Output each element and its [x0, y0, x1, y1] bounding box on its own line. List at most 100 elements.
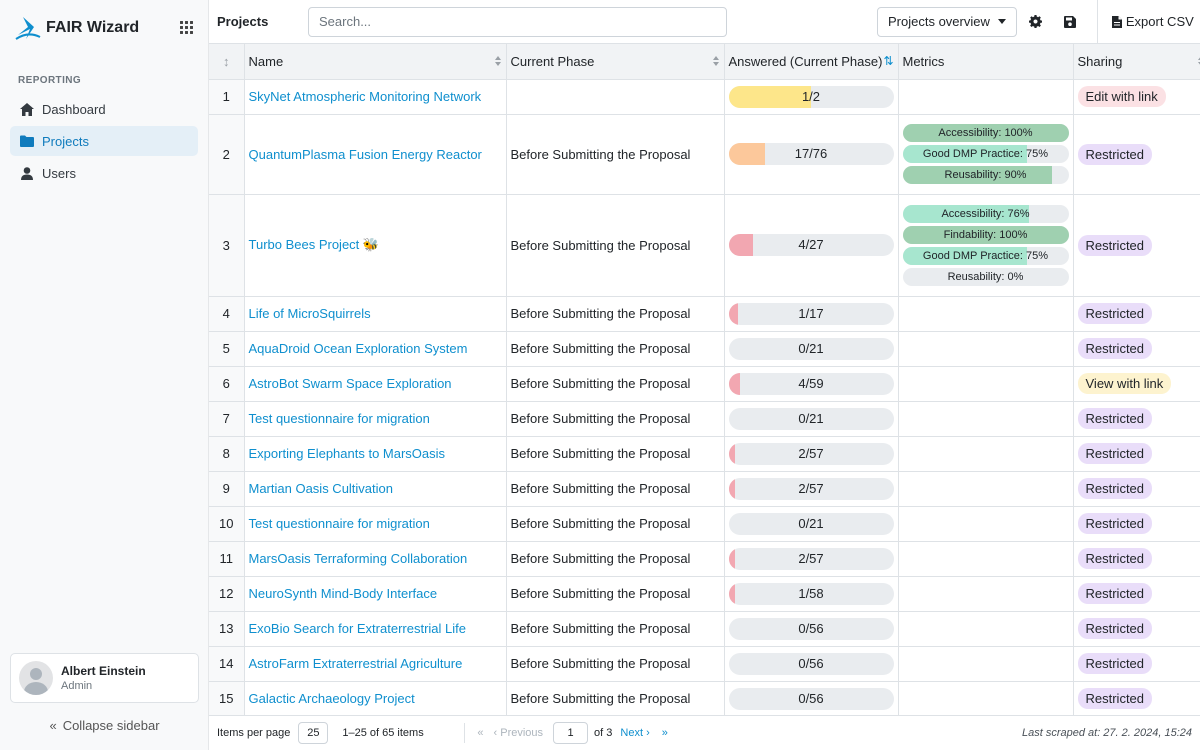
table-row[interactable]: 2 QuantumPlasma Fusion Energy Reactor Be…: [209, 114, 1200, 195]
column-header-current-phase[interactable]: Current Phase: [506, 44, 725, 80]
first-page-icon[interactable]: «: [477, 727, 483, 739]
save-button[interactable]: [1055, 7, 1085, 37]
pagination-footer: Items per page 25 1–25 of 65 items « ‹ P…: [209, 715, 1200, 750]
app-name[interactable]: FAIR Wizard: [46, 19, 139, 37]
table-row[interactable]: 5 AquaDroid Ocean Exploration System Bef…: [209, 331, 1200, 367]
sort-ascending-icon: ⇅: [883, 54, 894, 68]
row-number: 14: [209, 646, 245, 682]
answered-progress-label: 0/56: [798, 690, 824, 706]
user-profile-card[interactable]: Albert Einstein Admin: [10, 653, 199, 703]
table-row[interactable]: 9 Martian Oasis Cultivation Before Submi…: [209, 471, 1200, 507]
project-name-cell: NeuroSynth Mind-Body Interface: [244, 576, 507, 612]
table-row[interactable]: 6 AstroBot Swarm Space Exploration Befor…: [209, 366, 1200, 402]
answered-progress-label: 4/59: [798, 375, 824, 391]
table-row[interactable]: 4 Life of MicroSquirrels Before Submitti…: [209, 296, 1200, 332]
profile-name: Albert Einstein: [61, 664, 146, 678]
answered-cell: 1/2: [724, 79, 899, 115]
column-header-label: Metrics: [902, 53, 945, 69]
project-name-link[interactable]: Turbo Bees Project 🐝: [249, 237, 380, 252]
answered-progress-bar: 2/57: [728, 547, 894, 570]
page-number-input[interactable]: 1: [553, 722, 589, 744]
last-scraped-text: Last scraped at: 27. 2. 2024, 15:24: [1021, 727, 1192, 739]
column-header-sharing[interactable]: Sharing: [1073, 44, 1200, 80]
sidebar-item-label: Dashboard: [42, 101, 106, 117]
column-header-name[interactable]: Name: [244, 44, 507, 80]
project-name-link[interactable]: Test questionnaire for migration: [249, 516, 430, 531]
answered-progress-bar: 0/21: [728, 337, 894, 360]
project-name-link[interactable]: Test questionnaire for migration: [249, 411, 430, 426]
project-name-link[interactable]: MarsOasis Terraforming Collaboration: [249, 551, 468, 566]
current-phase-cell: Before Submitting the Proposal: [506, 576, 725, 612]
projects-table-container: ↕ Name Current Phase Answered (Current P…: [209, 44, 1200, 715]
sharing-cell: Restricted: [1073, 114, 1200, 195]
next-page-button[interactable]: Next ›: [620, 727, 649, 739]
answered-progress-bar: 2/57: [728, 477, 894, 500]
project-name-link[interactable]: QuantumPlasma Fusion Energy Reactor: [249, 147, 482, 162]
sharing-cell: Restricted: [1073, 541, 1200, 577]
table-row[interactable]: 13 ExoBio Search for Extraterrestrial Li…: [209, 611, 1200, 647]
sharing-cell: Restricted: [1073, 331, 1200, 367]
fair-wizard-logo-icon[interactable]: [14, 15, 42, 41]
sharing-badge: Restricted: [1077, 443, 1153, 464]
answered-progress-label: 0/21: [798, 340, 824, 356]
project-name-link[interactable]: Martian Oasis Cultivation: [249, 481, 394, 496]
sidebar-item-users[interactable]: Users: [10, 158, 198, 188]
view-select-dropdown[interactable]: Projects overview: [877, 6, 1017, 37]
sidebar-item-projects[interactable]: Projects: [10, 126, 198, 156]
current-phase-cell: Before Submitting the Proposal: [506, 331, 725, 367]
column-header-label: Sharing: [1077, 53, 1123, 69]
last-page-icon[interactable]: »: [662, 727, 668, 739]
sharing-badge: Restricted: [1077, 234, 1153, 256]
current-phase-cell: [506, 79, 725, 115]
answered-progress-bar: 1/17: [728, 302, 894, 325]
row-number: 13: [209, 611, 245, 647]
table-row[interactable]: 8 Exporting Elephants to MarsOasis Befor…: [209, 436, 1200, 472]
table-row[interactable]: 14 AstroFarm Extraterrestrial Agricultur…: [209, 646, 1200, 682]
table-row[interactable]: 10 Test questionnaire for migration Befo…: [209, 506, 1200, 542]
project-name-link[interactable]: ExoBio Search for Extraterrestrial Life: [249, 621, 466, 636]
project-name-cell: AstroBot Swarm Space Exploration: [244, 366, 507, 402]
table-row[interactable]: 15 Galactic Archaeology Project Before S…: [209, 681, 1200, 715]
project-name-link[interactable]: AquaDroid Ocean Exploration System: [249, 341, 468, 356]
table-row[interactable]: 11 MarsOasis Terraforming Collaboration …: [209, 541, 1200, 577]
answered-progress-label: 2/57: [798, 480, 824, 496]
column-header-index[interactable]: ↕: [209, 44, 245, 80]
sharing-cell: Edit with link: [1073, 79, 1200, 115]
project-name-link[interactable]: Exporting Elephants to MarsOasis: [249, 446, 446, 461]
items-per-page-input[interactable]: 25: [298, 722, 329, 744]
current-phase-cell: Before Submitting the Proposal: [506, 194, 725, 297]
answered-cell: 2/57: [724, 471, 899, 507]
project-name-link[interactable]: NeuroSynth Mind-Body Interface: [249, 586, 438, 601]
answered-progress-label: 0/56: [798, 620, 824, 636]
table-row[interactable]: 3 Turbo Bees Project 🐝 Before Submitting…: [209, 194, 1200, 297]
items-range-text: 1–25 of 65 items: [342, 727, 424, 739]
project-name-cell: ExoBio Search for Extraterrestrial Life: [244, 611, 507, 647]
project-name-link[interactable]: Galactic Archaeology Project: [249, 691, 415, 706]
metrics-cell: Accessibility: 100% Good DMP Practice: 7…: [898, 114, 1074, 195]
apps-grid-icon[interactable]: [180, 20, 194, 35]
project-name-cell: Test questionnaire for migration: [244, 506, 507, 542]
answered-progress-label: 17/76: [794, 146, 828, 161]
search-input[interactable]: [308, 6, 727, 37]
folder-icon: [20, 134, 34, 148]
column-header-metrics[interactable]: Metrics: [898, 44, 1074, 80]
project-name-link[interactable]: AstroBot Swarm Space Exploration: [249, 376, 452, 391]
sidebar-item-dashboard[interactable]: Dashboard: [10, 94, 198, 124]
divider: [464, 723, 466, 743]
project-name-link[interactable]: Life of MicroSquirrels: [249, 306, 371, 321]
table-row[interactable]: 1 SkyNet Atmospheric Monitoring Network …: [209, 79, 1200, 115]
column-header-answered[interactable]: Answered (Current Phase) ⇅: [724, 44, 899, 80]
metric-bar: Good DMP Practice: 75%: [902, 145, 1069, 163]
settings-button[interactable]: [1021, 7, 1051, 37]
export-csv-button[interactable]: Export CSV: [1096, 0, 1194, 44]
metric-label: Good DMP Practice: 75%: [922, 148, 1049, 160]
answered-progress-bar: 2/57: [728, 442, 894, 465]
table-row[interactable]: 7 Test questionnaire for migration Befor…: [209, 401, 1200, 437]
project-name-link[interactable]: SkyNet Atmospheric Monitoring Network: [249, 89, 482, 104]
collapse-sidebar-button[interactable]: « Collapse sidebar: [0, 718, 209, 733]
row-number: 7: [209, 401, 245, 437]
previous-page-button[interactable]: ‹ Previous: [494, 727, 544, 739]
table-row[interactable]: 12 NeuroSynth Mind-Body Interface Before…: [209, 576, 1200, 612]
project-name-link[interactable]: AstroFarm Extraterrestrial Agriculture: [249, 656, 463, 671]
sharing-badge: Restricted: [1077, 688, 1153, 709]
